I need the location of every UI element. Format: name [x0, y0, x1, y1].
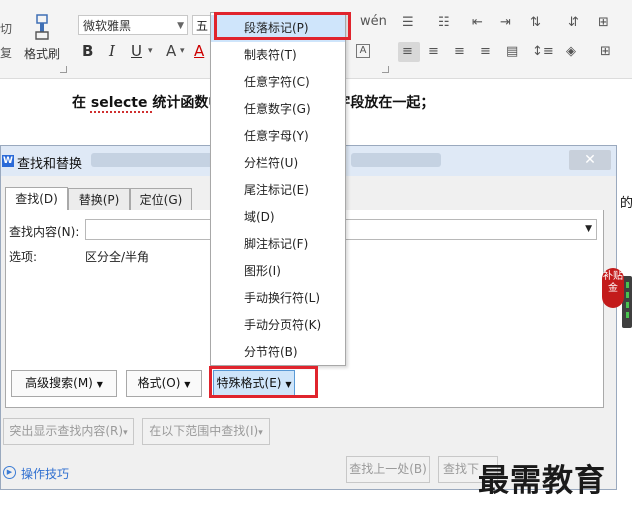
- chevron-down-icon[interactable]: ▼: [585, 224, 592, 234]
- chevron-down-icon: ▼: [184, 380, 191, 389]
- font-size-value: 五: [196, 19, 209, 33]
- text-direction-icon[interactable]: ⇅: [530, 15, 541, 30]
- options-value: 区分全/半角: [85, 250, 150, 264]
- increase-indent-icon[interactable]: ⇥: [500, 15, 511, 30]
- play-circle-icon[interactable]: ▶: [3, 466, 16, 479]
- bullet-list-icon[interactable]: ☰: [402, 15, 414, 30]
- find-label: 查找内容(N):: [9, 225, 80, 239]
- options-label: 选项:: [9, 250, 38, 264]
- spellcheck-underline: [90, 111, 152, 113]
- format-button[interactable]: 格式(O) ▼: [126, 370, 202, 397]
- chevron-down-icon[interactable]: ▾: [148, 46, 153, 56]
- font-color-button[interactable]: A: [194, 42, 204, 60]
- copy-button[interactable]: 复: [0, 44, 12, 61]
- find-in-range-button[interactable]: 在以下范围中查找(I)▾: [142, 418, 270, 445]
- char-border-icon[interactable]: A: [356, 44, 370, 58]
- menu-item[interactable]: 任意字母(Y): [211, 123, 345, 150]
- highlight-results-button[interactable]: 突出显示查找内容(R)▾: [3, 418, 134, 445]
- numbered-list-icon[interactable]: ☷: [438, 15, 450, 30]
- sort-icon[interactable]: ⇵: [568, 15, 579, 30]
- show-marks-icon[interactable]: ⊞: [598, 15, 609, 30]
- chevron-down-icon: ▼: [177, 21, 184, 31]
- chevron-down-icon: ▾: [258, 428, 263, 438]
- chevron-down-icon[interactable]: ▾: [180, 46, 185, 56]
- align-right-icon[interactable]: ≡: [454, 44, 465, 59]
- align-center-icon[interactable]: ≡: [428, 44, 439, 59]
- tab-goto[interactable]: 定位(G): [130, 188, 192, 210]
- group-launcher-icon[interactable]: [60, 66, 67, 73]
- bold-button[interactable]: B: [82, 42, 93, 60]
- borders-icon[interactable]: ⊞: [600, 44, 611, 59]
- font-name-value: 微软雅黑: [83, 19, 132, 33]
- document-fragment: 的: [620, 196, 632, 211]
- cut-button[interactable]: 切: [0, 20, 12, 37]
- menu-item[interactable]: 图形(I): [211, 258, 345, 285]
- menu-item[interactable]: 任意数字(G): [211, 96, 345, 123]
- highlight-box-special-format: [209, 366, 318, 398]
- underline-button[interactable]: U: [131, 42, 142, 60]
- group-launcher-icon[interactable]: [382, 66, 389, 73]
- find-previous-button[interactable]: 查找上一处(B): [346, 456, 430, 483]
- doc-text-selecte: selecte: [90, 95, 148, 111]
- italic-button[interactable]: I: [109, 42, 115, 60]
- watermark-logo: 最需教育: [478, 463, 606, 499]
- special-format-menu: 段落标记(P) 制表符(T) 任意字符(C) 任意数字(G) 任意字母(Y) 分栏符(U)…: [210, 12, 346, 366]
- menu-item[interactable]: 尾注标记(E): [211, 177, 345, 204]
- subsidy-badge[interactable]: 补贴金: [602, 268, 624, 308]
- dialog-title: 查找和替换: [17, 157, 83, 172]
- app-icon: W: [2, 155, 14, 167]
- menu-item[interactable]: 手动分页符(K): [211, 312, 345, 339]
- strikethrough-button[interactable]: A: [166, 42, 176, 60]
- line-spacing-icon[interactable]: ↕≡: [532, 44, 554, 59]
- format-label: 格式(O): [137, 376, 181, 390]
- blurred-text: [351, 153, 441, 167]
- distributed-icon[interactable]: ▤: [506, 44, 518, 59]
- doc-text-prefix: 在: [72, 95, 91, 111]
- justify-icon[interactable]: ≡: [480, 44, 491, 59]
- pinyin-icon[interactable]: wén: [360, 14, 387, 29]
- tab-replace[interactable]: 替换(P): [68, 188, 130, 210]
- menu-item[interactable]: 手动换行符(L): [211, 285, 345, 312]
- advanced-search-label: 高级搜索(M): [25, 376, 93, 390]
- menu-item[interactable]: 分节符(B): [211, 339, 345, 366]
- menu-item[interactable]: 制表符(T): [211, 42, 345, 69]
- menu-item[interactable]: 域(D): [211, 204, 345, 231]
- decrease-indent-icon[interactable]: ⇤: [472, 15, 483, 30]
- advanced-search-button[interactable]: 高级搜索(M) ▼: [11, 370, 117, 397]
- menu-item[interactable]: 脚注标记(F): [211, 231, 345, 258]
- menu-item[interactable]: 分栏符(U): [211, 150, 345, 177]
- close-button[interactable]: ✕: [569, 150, 611, 170]
- highlight-box-paragraph-mark: [214, 12, 351, 40]
- shading-icon[interactable]: ◈: [566, 44, 576, 59]
- font-name-select[interactable]: 微软雅黑 ▼: [78, 15, 188, 35]
- highlight-results-label: 突出显示查找内容(R): [9, 424, 124, 438]
- format-brush-label[interactable]: 格式刷: [24, 45, 60, 62]
- find-in-range-label: 在以下范围中查找(I): [149, 424, 259, 438]
- tab-find[interactable]: 查找(D): [5, 187, 68, 210]
- tips-link[interactable]: 操作技巧: [21, 465, 69, 482]
- format-brush-icon[interactable]: [33, 14, 51, 40]
- align-left-icon[interactable]: ≡: [402, 44, 413, 59]
- menu-item[interactable]: 任意字符(C): [211, 69, 345, 96]
- chevron-down-icon: ▾: [123, 428, 128, 438]
- chevron-down-icon: ▼: [96, 380, 103, 389]
